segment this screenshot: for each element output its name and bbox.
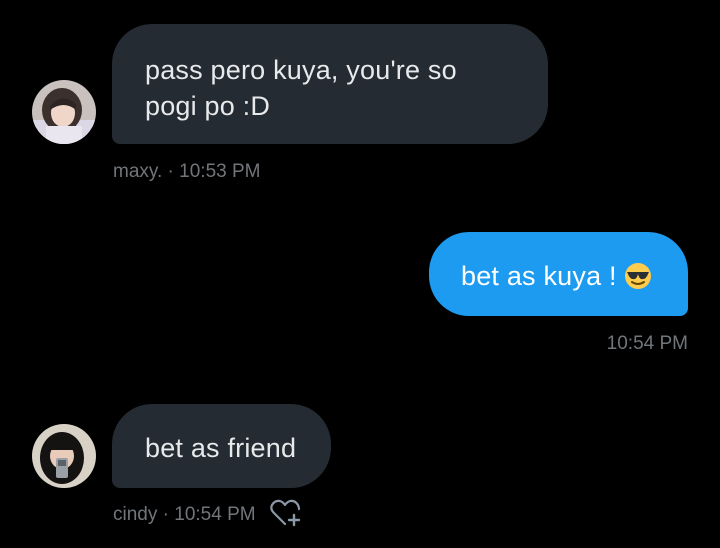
meta-separator: ·	[162, 504, 169, 525]
message-bubble-outgoing[interactable]: bet as kuya !	[429, 232, 688, 316]
message-meta-outgoing: 10:54 PM	[607, 333, 688, 355]
message-bubble-cindy[interactable]: bet as friend	[112, 404, 331, 488]
message-meta-cindy: cindy · 10:54 PM	[113, 504, 256, 526]
sunglasses-emoji-icon	[623, 261, 653, 300]
message-timestamp: 10:54 PM	[606, 333, 688, 354]
message-meta-maxy: maxy. · 10:53 PM	[113, 161, 260, 183]
message-text: pass pero kuya, you're so pogi po :D	[145, 55, 457, 121]
message-bubble-maxy[interactable]: pass pero kuya, you're so pogi po :D	[112, 24, 548, 144]
avatar-cindy[interactable]	[32, 424, 96, 488]
avatar-maxy[interactable]	[32, 80, 96, 144]
message-timestamp: 10:53 PM	[179, 161, 261, 182]
sender-name[interactable]: maxy.	[113, 161, 162, 182]
message-timestamp: 10:54 PM	[174, 504, 256, 525]
message-text: bet as kuya !	[461, 261, 617, 291]
add-reaction-heart-icon[interactable]	[268, 498, 304, 530]
meta-separator: ·	[167, 161, 174, 182]
message-text: bet as friend	[145, 433, 297, 463]
sender-name[interactable]: cindy	[113, 504, 157, 525]
